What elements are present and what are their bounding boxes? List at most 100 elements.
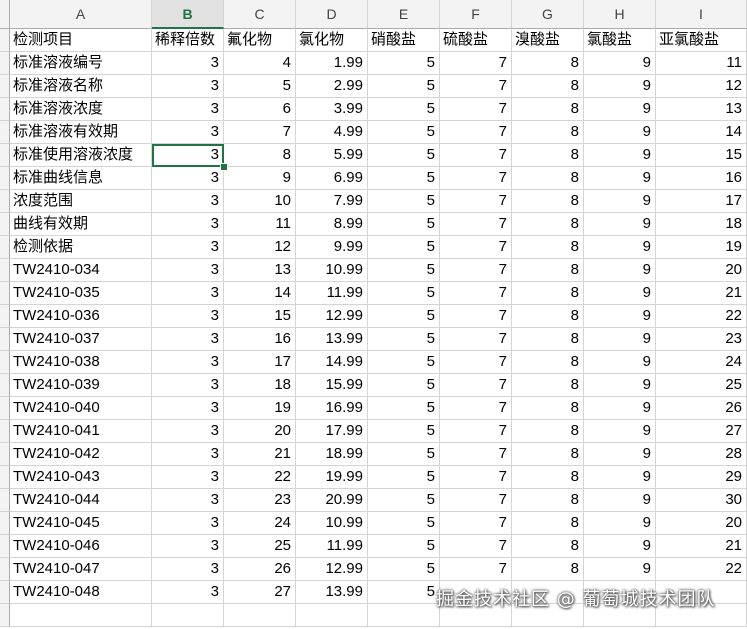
item-name-cell[interactable]: TW2410-038 bbox=[10, 351, 152, 374]
value-cell[interactable]: 12 bbox=[224, 236, 296, 259]
value-cell[interactable]: 25 bbox=[224, 535, 296, 558]
row-header[interactable] bbox=[0, 397, 10, 420]
value-cell[interactable]: 12.99 bbox=[296, 305, 368, 328]
value-cell[interactable]: 19 bbox=[656, 236, 747, 259]
row-header[interactable] bbox=[0, 558, 10, 581]
value-cell[interactable]: 9 bbox=[584, 512, 656, 535]
value-cell[interactable]: 9 bbox=[584, 167, 656, 190]
value-cell[interactable]: 8 bbox=[512, 305, 584, 328]
value-cell[interactable]: 5 bbox=[368, 52, 440, 75]
value-cell[interactable]: 7 bbox=[440, 190, 512, 213]
value-cell[interactable]: 8 bbox=[512, 98, 584, 121]
row-header[interactable] bbox=[0, 512, 10, 535]
value-cell[interactable]: 8 bbox=[512, 144, 584, 167]
row-header[interactable] bbox=[0, 52, 10, 75]
value-cell[interactable]: 9 bbox=[584, 213, 656, 236]
value-cell[interactable]: 9 bbox=[584, 397, 656, 420]
value-cell[interactable]: 9 bbox=[584, 52, 656, 75]
value-cell[interactable]: 5 bbox=[368, 512, 440, 535]
row-header[interactable] bbox=[0, 190, 10, 213]
value-cell[interactable]: 8 bbox=[512, 420, 584, 443]
value-cell[interactable]: 21 bbox=[224, 443, 296, 466]
value-cell[interactable]: 11 bbox=[656, 52, 747, 75]
row-header[interactable] bbox=[0, 581, 10, 604]
value-cell[interactable]: 3 bbox=[152, 282, 224, 305]
value-cell[interactable]: 9 bbox=[584, 121, 656, 144]
value-cell[interactable]: 8 bbox=[512, 259, 584, 282]
value-cell[interactable]: 7 bbox=[440, 397, 512, 420]
value-cell[interactable]: 5 bbox=[368, 558, 440, 581]
item-name-cell[interactable]: TW2410-045 bbox=[10, 512, 152, 535]
value-cell[interactable]: 8 bbox=[512, 328, 584, 351]
value-cell[interactable]: 22 bbox=[656, 305, 747, 328]
value-cell[interactable]: 7 bbox=[440, 75, 512, 98]
value-cell[interactable]: 9 bbox=[584, 558, 656, 581]
row-header[interactable] bbox=[0, 489, 10, 512]
value-cell[interactable]: 19 bbox=[224, 397, 296, 420]
value-cell[interactable]: 9 bbox=[584, 443, 656, 466]
value-cell[interactable]: 8.99 bbox=[296, 213, 368, 236]
row-header[interactable] bbox=[0, 535, 10, 558]
select-all-corner[interactable] bbox=[0, 0, 10, 29]
value-cell[interactable]: 24 bbox=[656, 351, 747, 374]
value-cell[interactable]: 8 bbox=[512, 443, 584, 466]
value-cell[interactable]: 14 bbox=[224, 282, 296, 305]
value-cell[interactable]: 7 bbox=[440, 420, 512, 443]
value-cell[interactable]: 29 bbox=[656, 466, 747, 489]
value-cell[interactable]: 8 bbox=[512, 535, 584, 558]
value-cell[interactable]: 9 bbox=[584, 282, 656, 305]
value-cell[interactable]: 5 bbox=[368, 305, 440, 328]
value-cell[interactable]: 20.99 bbox=[296, 489, 368, 512]
value-cell[interactable]: 6.99 bbox=[296, 167, 368, 190]
value-cell[interactable]: 8 bbox=[512, 282, 584, 305]
value-cell[interactable]: 14.99 bbox=[296, 351, 368, 374]
value-cell[interactable]: 2.99 bbox=[296, 75, 368, 98]
item-name-cell[interactable]: TW2410-042 bbox=[10, 443, 152, 466]
value-cell[interactable]: 13 bbox=[224, 259, 296, 282]
value-cell[interactable]: 21 bbox=[656, 282, 747, 305]
value-cell[interactable]: 15.99 bbox=[296, 374, 368, 397]
column-header-c[interactable]: C bbox=[224, 0, 296, 29]
row-header[interactable] bbox=[0, 443, 10, 466]
row-header[interactable] bbox=[0, 98, 10, 121]
value-cell[interactable]: 3 bbox=[152, 305, 224, 328]
value-cell[interactable]: 21 bbox=[656, 535, 747, 558]
value-cell[interactable]: 13 bbox=[656, 98, 747, 121]
value-cell[interactable]: 9 bbox=[584, 305, 656, 328]
row-header[interactable] bbox=[0, 282, 10, 305]
value-cell[interactable] bbox=[368, 604, 440, 627]
item-name-cell[interactable]: TW2410-043 bbox=[10, 466, 152, 489]
value-cell[interactable]: 3 bbox=[152, 535, 224, 558]
value-cell[interactable]: 16 bbox=[656, 167, 747, 190]
value-cell[interactable]: 5 bbox=[368, 489, 440, 512]
value-cell[interactable]: 9 bbox=[584, 259, 656, 282]
header-cell[interactable]: 稀释倍数 bbox=[152, 29, 224, 52]
value-cell[interactable]: 3 bbox=[152, 328, 224, 351]
value-cell[interactable]: 18 bbox=[656, 213, 747, 236]
value-cell[interactable]: 16 bbox=[224, 328, 296, 351]
value-cell[interactable]: 13.99 bbox=[296, 581, 368, 604]
value-cell[interactable]: 3 bbox=[152, 213, 224, 236]
row-header[interactable] bbox=[0, 29, 10, 52]
value-cell[interactable]: 7 bbox=[440, 328, 512, 351]
header-cell[interactable]: 亚氯酸盐 bbox=[656, 29, 747, 52]
value-cell[interactable]: 5.99 bbox=[296, 144, 368, 167]
value-cell[interactable]: 9 bbox=[584, 236, 656, 259]
value-cell[interactable]: 8 bbox=[512, 52, 584, 75]
value-cell[interactable]: 3 bbox=[152, 374, 224, 397]
value-cell[interactable]: 7 bbox=[440, 282, 512, 305]
value-cell[interactable]: 7 bbox=[440, 558, 512, 581]
value-cell[interactable]: 20 bbox=[224, 420, 296, 443]
value-cell[interactable]: 16.99 bbox=[296, 397, 368, 420]
value-cell[interactable]: 15 bbox=[656, 144, 747, 167]
value-cell[interactable]: 9 bbox=[584, 374, 656, 397]
row-header[interactable] bbox=[0, 144, 10, 167]
value-cell[interactable]: 8 bbox=[512, 351, 584, 374]
value-cell[interactable]: 4 bbox=[224, 52, 296, 75]
item-name-cell[interactable]: TW2410-036 bbox=[10, 305, 152, 328]
value-cell[interactable]: 5 bbox=[368, 167, 440, 190]
value-cell[interactable]: 5 bbox=[368, 259, 440, 282]
value-cell[interactable]: 11.99 bbox=[296, 535, 368, 558]
value-cell[interactable]: 3 bbox=[152, 558, 224, 581]
fill-handle[interactable] bbox=[220, 163, 228, 171]
